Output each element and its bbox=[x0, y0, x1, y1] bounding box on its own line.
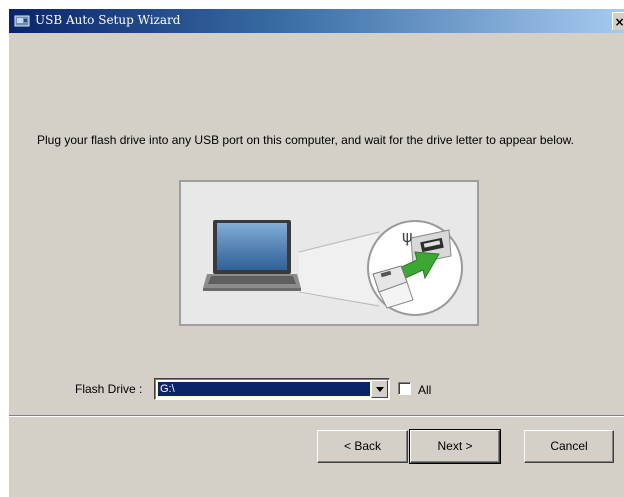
next-button[interactable]: Next > bbox=[409, 429, 501, 464]
svg-text:ψ: ψ bbox=[402, 227, 413, 246]
close-icon[interactable]: × bbox=[612, 12, 624, 30]
all-checkbox[interactable] bbox=[398, 382, 411, 395]
laptop-icon bbox=[203, 220, 301, 291]
flash-drive-label: Flash Drive : bbox=[75, 382, 143, 396]
usb-port-zoom: ψ bbox=[367, 220, 463, 316]
chevron-down-icon bbox=[376, 387, 384, 392]
flash-drive-dropdown[interactable]: G:\ bbox=[154, 378, 390, 400]
laptop-usb-plug-illustration: ψ bbox=[179, 180, 479, 326]
all-checkbox-label[interactable]: All bbox=[418, 383, 431, 397]
usb-app-icon bbox=[14, 13, 30, 29]
title-bar[interactable]: USB Auto Setup Wizard × bbox=[9, 9, 624, 33]
divider bbox=[9, 415, 624, 417]
selected-drive-value: G:\ bbox=[157, 381, 371, 397]
back-button[interactable]: < Back bbox=[317, 430, 408, 463]
instruction-text: Plug your flash drive into any USB port … bbox=[37, 133, 574, 147]
dropdown-arrow-button[interactable] bbox=[371, 380, 388, 398]
wizard-window: USB Auto Setup Wizard × Plug your flash … bbox=[8, 8, 624, 497]
window-title: USB Auto Setup Wizard bbox=[35, 13, 181, 27]
cancel-button[interactable]: Cancel bbox=[524, 430, 614, 463]
